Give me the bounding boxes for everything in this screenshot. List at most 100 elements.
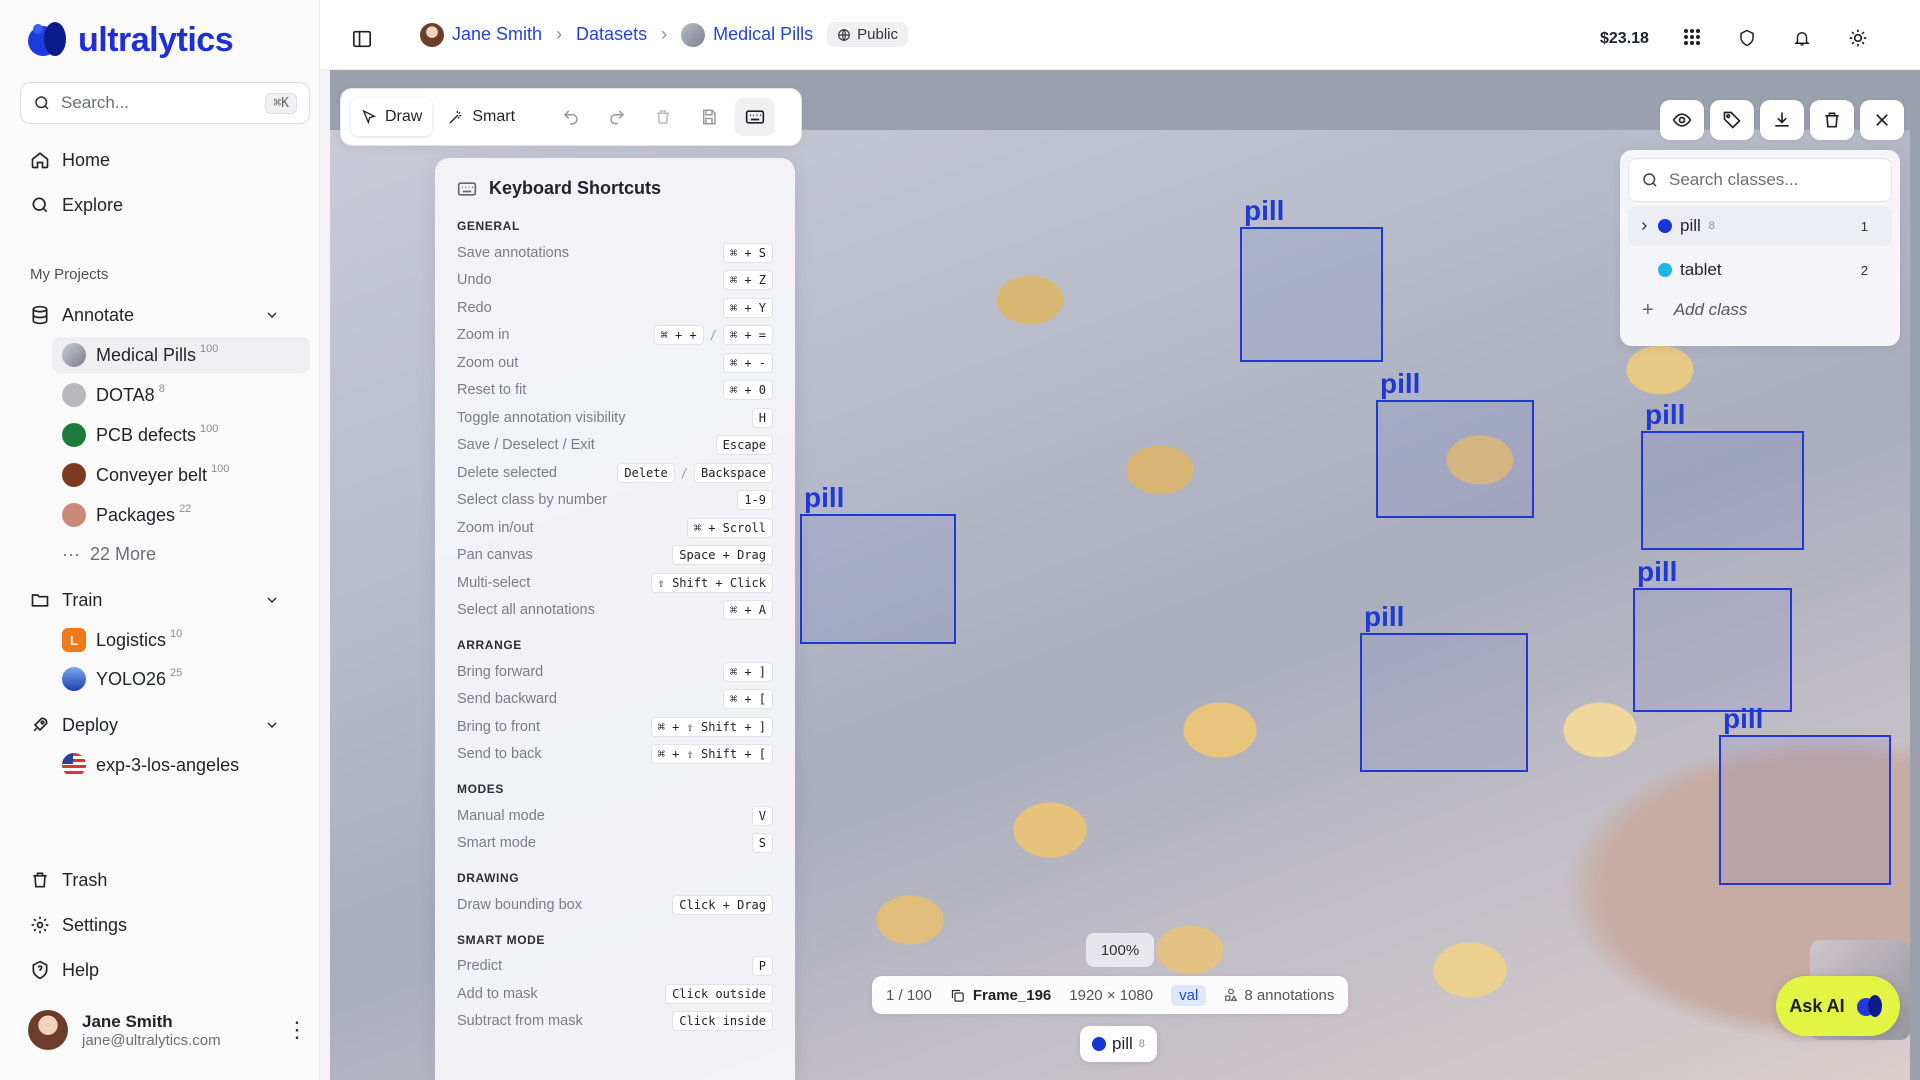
- visibility-toggle-button[interactable]: [1660, 100, 1704, 140]
- ellipsis-icon: ···: [62, 544, 80, 564]
- undo-button[interactable]: [551, 98, 591, 136]
- keyboard-shortcuts-button[interactable]: [735, 98, 776, 136]
- project-count: 25: [170, 667, 183, 679]
- bbox-label: pill: [1364, 601, 1405, 632]
- project-thumbnail: [62, 667, 86, 691]
- sidebar-toggle-icon[interactable]: [352, 30, 372, 48]
- train-group[interactable]: Train: [20, 580, 280, 620]
- delete-image-button[interactable]: [1810, 100, 1854, 140]
- class-search-input[interactable]: Search classes...: [1628, 158, 1892, 202]
- frame-name[interactable]: Frame_196: [950, 987, 1051, 1004]
- bbox-label: pill: [804, 482, 845, 513]
- nav-settings[interactable]: Settings: [20, 905, 310, 945]
- more-projects-link[interactable]: ··· 22 More: [62, 544, 156, 565]
- class-row-pill[interactable]: pill 8 1: [1628, 206, 1892, 246]
- zoom-level[interactable]: 100%: [1086, 933, 1154, 967]
- shortcut-keys: ⌘ + + / ⌘ + =: [653, 325, 773, 346]
- breadcrumb-user-label: Jane Smith: [452, 23, 543, 44]
- breadcrumb-user[interactable]: Jane Smith: [420, 22, 543, 47]
- delete-button[interactable]: [643, 98, 683, 136]
- deployment-label: exp-3-los-angeles: [96, 754, 240, 775]
- class-row-tablet[interactable]: tablet 2: [1628, 250, 1892, 290]
- project-medical-pills[interactable]: Medical Pills 100: [52, 337, 310, 373]
- bounding-box[interactable]: pill: [1240, 195, 1383, 362]
- breadcrumb-datasets[interactable]: Datasets: [576, 24, 647, 45]
- project-label: Conveyer belt: [96, 464, 208, 485]
- shortcut-row: Manual mode V: [457, 802, 773, 830]
- bounding-box[interactable]: pill: [1633, 556, 1792, 712]
- key-chip: Delete: [617, 462, 675, 483]
- tag-button[interactable]: [1710, 100, 1754, 140]
- close-button[interactable]: [1860, 100, 1904, 140]
- key-chip: ⇧ Shift + Click: [650, 572, 773, 593]
- redo-button[interactable]: [597, 98, 637, 136]
- bounding-box[interactable]: pill: [1376, 368, 1534, 518]
- key-chip: V: [751, 805, 773, 826]
- chevron-down-icon[interactable]: [264, 592, 280, 608]
- bell-icon[interactable]: [1793, 28, 1811, 48]
- bounding-box[interactable]: pill: [1719, 703, 1891, 885]
- chevron-down-icon[interactable]: [264, 717, 280, 733]
- active-class-chip[interactable]: pill 8: [1080, 1026, 1157, 1062]
- cursor-icon: [362, 109, 377, 125]
- visibility-badge[interactable]: Public: [827, 22, 908, 47]
- project-yolo26[interactable]: YOLO26 25: [52, 661, 310, 697]
- shortcut-label: Add to mask: [457, 985, 538, 1002]
- shortcut-label: Zoom out: [457, 354, 519, 371]
- shortcut-label: Send to back: [457, 746, 542, 763]
- chevron-down-icon[interactable]: [264, 307, 280, 323]
- project-logistics[interactable]: L Logistics 10: [52, 622, 310, 658]
- annotate-group[interactable]: Annotate: [20, 295, 280, 335]
- project-pcb-defects[interactable]: PCB defects 100: [52, 417, 310, 453]
- avatar: [28, 1010, 68, 1050]
- shortcut-section-heading: ARRANGE: [457, 638, 522, 652]
- bounding-box[interactable]: pill: [800, 482, 956, 644]
- project-packages[interactable]: Packages 22: [52, 497, 310, 533]
- add-class-button[interactable]: + Add class: [1628, 290, 1892, 330]
- shapes-icon: [1225, 988, 1238, 1001]
- home-icon: [31, 152, 49, 169]
- more-vertical-icon[interactable]: ⋮: [286, 1017, 308, 1043]
- shortcut-keys: V: [751, 805, 773, 826]
- search-icon: [35, 96, 49, 110]
- shortcut-keys: ⌘ + A: [722, 600, 773, 621]
- sidebar-search[interactable]: Search... ⌘K: [20, 82, 310, 124]
- my-projects-label: My Projects: [30, 266, 109, 283]
- nav-trash[interactable]: Trash: [20, 860, 310, 900]
- train-label: Train: [62, 589, 103, 610]
- draw-mode-label: Draw: [385, 108, 423, 125]
- split-badge[interactable]: val: [1171, 984, 1207, 1006]
- download-button[interactable]: [1760, 100, 1804, 140]
- nav-home[interactable]: Home: [20, 140, 310, 180]
- key-separator: /: [709, 328, 717, 343]
- nav-explore[interactable]: Explore: [20, 185, 310, 225]
- shortcut-label: Subtract from mask: [457, 1013, 583, 1030]
- ask-ai-button[interactable]: Ask AI: [1776, 976, 1900, 1036]
- shortcut-keys: ⌘ + ⇧ Shift + [: [650, 744, 773, 765]
- project-dota8[interactable]: DOTA8 8: [52, 377, 310, 413]
- draw-mode-button[interactable]: Draw: [351, 98, 433, 136]
- shortcut-row: Send to back ⌘ + ⇧ Shift + [: [457, 741, 773, 769]
- shortcut-keys: ⌘ + S: [722, 242, 773, 263]
- save-button[interactable]: [689, 98, 729, 136]
- class-hotkey: 2: [1860, 262, 1868, 278]
- credit-balance[interactable]: $23.18: [1600, 30, 1649, 48]
- bounding-box[interactable]: pill: [1641, 399, 1804, 550]
- key-chip: ⌘ + ]: [722, 661, 773, 682]
- class-search-placeholder: Search classes...: [1669, 170, 1799, 189]
- brand-logo[interactable]: ultralytics: [28, 20, 234, 60]
- deployment-exp-3-los-angeles[interactable]: exp-3-los-angeles: [52, 747, 310, 783]
- chevron-right-icon[interactable]: [1638, 220, 1650, 232]
- apps-grid-icon[interactable]: [1683, 28, 1701, 46]
- sun-icon[interactable]: [1848, 28, 1868, 48]
- deploy-group[interactable]: Deploy: [20, 705, 280, 745]
- bounding-box[interactable]: pill: [1360, 601, 1528, 772]
- shield-icon[interactable]: [1738, 28, 1756, 48]
- smart-mode-button[interactable]: Smart: [438, 98, 525, 136]
- project-conveyer-belt[interactable]: Conveyer belt 100: [52, 457, 310, 493]
- user-profile[interactable]: Jane Smith jane@ultralytics.com ⋮: [28, 1008, 308, 1052]
- breadcrumb-dataset[interactable]: Medical Pills: [681, 22, 813, 47]
- nav-help[interactable]: Help: [20, 950, 310, 990]
- user-email: jane@ultralytics.com: [82, 1031, 221, 1049]
- tag-icon: [1723, 111, 1741, 129]
